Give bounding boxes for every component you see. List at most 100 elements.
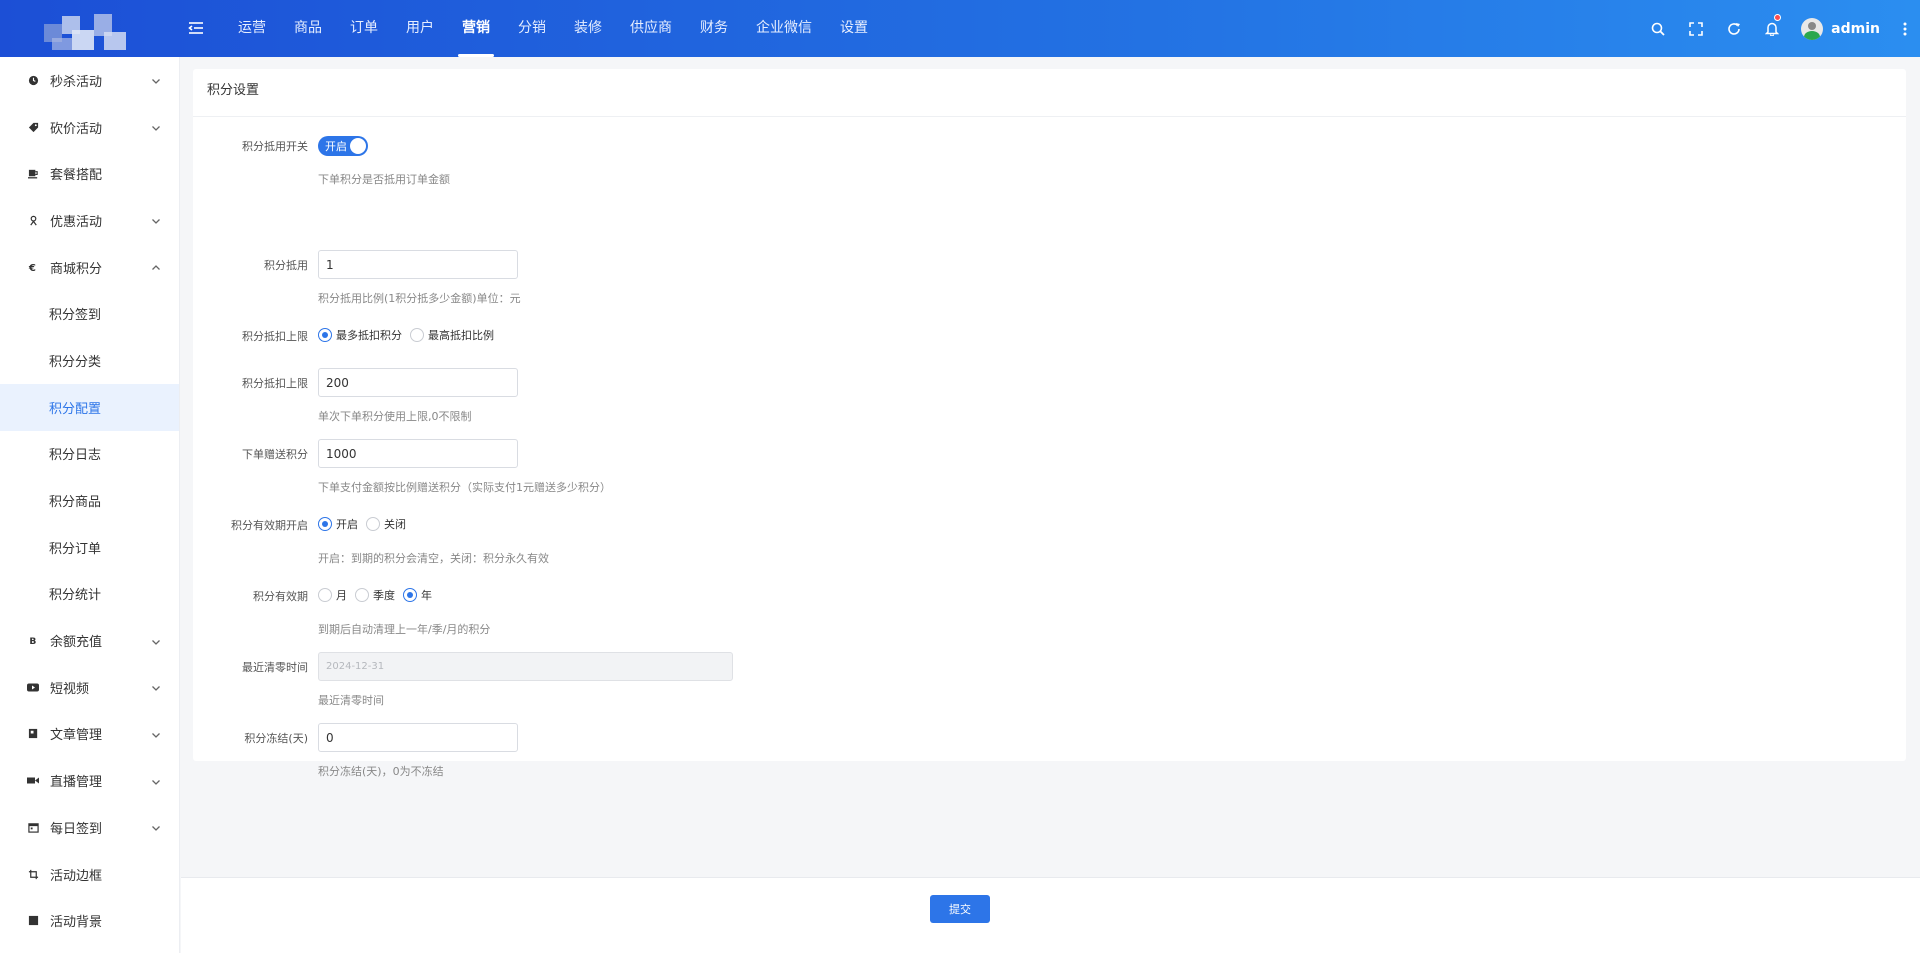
sidebar-item-label: 积分分类 (49, 354, 102, 370)
sidebar-item-3[interactable]: 优惠活动 (0, 197, 179, 244)
menu-fold-icon[interactable] (188, 20, 204, 36)
limit-type-radio-0[interactable]: 最多抵扣积分 (318, 327, 402, 343)
nav-item-6[interactable]: 装修 (560, 0, 616, 57)
expire-on-radio-group: 开启 关闭 (318, 514, 414, 534)
points-deduct-switch[interactable]: 开启 (318, 136, 368, 156)
sidebar-item-label: 每日签到 (50, 821, 103, 837)
limit-type-label: 积分抵扣上限 (242, 330, 308, 343)
expire-period-radio-1[interactable]: 季度 (355, 587, 395, 603)
sidebar-item-1[interactable]: 砍价活动 (0, 104, 179, 151)
expire-period-label: 积分有效期 (253, 590, 308, 603)
panel-title: 积分设置 (193, 69, 1906, 117)
sidebar-item-label: 活动边框 (50, 868, 103, 884)
deduct-input[interactable] (318, 250, 518, 279)
radio-circle (403, 588, 417, 602)
cup-icon (26, 167, 40, 181)
notification-badge (1774, 14, 1782, 21)
expire-period-radio-0[interactable]: 月 (318, 587, 347, 603)
sidebar-item-label: 积分签到 (49, 308, 102, 324)
chevron-up-icon (151, 262, 161, 272)
sidebar-item-17[interactable]: 活动边框 (0, 851, 179, 898)
sidebar-item-7[interactable]: 积分配置 (0, 383, 179, 431)
sidebar-item-label: 余额充值 (50, 635, 103, 651)
gift-label: 下单赠送积分 (242, 448, 308, 461)
sidebar-item-16[interactable]: 每日签到 (0, 804, 179, 851)
fullscreen-icon[interactable] (1677, 0, 1715, 57)
radio-circle (318, 328, 332, 342)
sidebar-item-12[interactable]: B 余额充值 (0, 617, 179, 664)
radio-circle (318, 517, 332, 531)
sidebar-item-14[interactable]: 文章管理 (0, 711, 179, 758)
nav-item-7[interactable]: 供应商 (616, 0, 686, 57)
refresh-icon[interactable] (1715, 0, 1753, 57)
sidebar-item-13[interactable]: 短视频 (0, 664, 179, 711)
bitcoin-icon: B (26, 634, 40, 648)
sidebar-item-label: 积分统计 (49, 588, 102, 604)
limit-type-radio-1[interactable]: 最高抵扣比例 (410, 327, 494, 343)
nav-item-0[interactable]: 运营 (224, 0, 280, 57)
limit-value-label: 积分抵扣上限 (242, 377, 308, 390)
crop-icon (26, 867, 40, 881)
nav-item-3[interactable]: 用户 (392, 0, 448, 57)
sidebar-item-2[interactable]: 套餐搭配 (0, 150, 179, 197)
nav-item-5[interactable]: 分销 (504, 0, 560, 57)
sidebar-item-0[interactable]: 秒杀活动 (0, 57, 179, 104)
sidebar-item-18[interactable]: 活动背景 (0, 897, 179, 944)
chevron-down-icon (151, 682, 161, 692)
sidebar-item-10[interactable]: 积分订单 (0, 524, 179, 571)
radio-label: 最多抵扣积分 (336, 329, 402, 342)
expire-on-label: 积分有效期开启 (231, 519, 308, 532)
radio-label: 开启 (336, 518, 358, 531)
nav-item-1[interactable]: 商品 (280, 0, 336, 57)
sidebar-item-8[interactable]: 积分日志 (0, 431, 179, 478)
switch-help: 下单积分是否抵用订单金额 (318, 173, 450, 186)
nav-item-2[interactable]: 订单 (336, 0, 392, 57)
sidebar-item-15[interactable]: 直播管理 (0, 757, 179, 804)
chevron-down-icon (151, 729, 161, 739)
expire-on-help: 开启：到期的积分会清空，关闭：积分永久有效 (318, 552, 549, 565)
submit-button[interactable]: 提交 (930, 895, 990, 923)
chevron-down-icon (151, 75, 161, 85)
expire-on-radio-1[interactable]: 关闭 (366, 516, 406, 532)
points-settings-panel: 积分设置 积分抵用开关 开启 下单积分是否抵用订单金额 积分抵用 积分抵用比例(… (193, 69, 1906, 778)
sidebar-item-label: 短视频 (50, 681, 90, 697)
header-tools: admin (1639, 0, 1920, 57)
chevron-down-icon (151, 636, 161, 646)
more-vertical-icon[interactable] (1890, 0, 1920, 57)
expire-period-help: 到期后自动清理上一年/季/月的积分 (318, 623, 491, 636)
expire-period-radio-2[interactable]: 年 (403, 587, 432, 603)
notification-bell-icon[interactable] (1753, 0, 1791, 57)
sidebar-item-6[interactable]: 积分分类 (0, 337, 179, 384)
deduct-label: 积分抵用 (264, 259, 308, 272)
chevron-down-icon (151, 215, 161, 225)
sidebar-item-label: 文章管理 (50, 728, 103, 744)
nav-item-10[interactable]: 设置 (826, 0, 882, 57)
freeze-input[interactable] (318, 723, 518, 752)
nav-item-8[interactable]: 财务 (686, 0, 742, 57)
svg-text:€: € (28, 263, 36, 273)
article-icon (26, 727, 40, 741)
search-icon[interactable] (1639, 0, 1677, 57)
radio-circle (355, 588, 369, 602)
gift-input[interactable] (318, 439, 518, 468)
limit-value-input[interactable] (318, 368, 518, 397)
tag-icon (26, 120, 40, 134)
sidebar-item-label: 秒杀活动 (50, 74, 103, 90)
switch-label: 积分抵用开关 (242, 140, 308, 153)
sidebar-item-label: 直播管理 (50, 775, 103, 791)
nav-item-9[interactable]: 企业微信 (742, 0, 826, 57)
clock-icon (26, 73, 40, 87)
footer-bar: 提交 (181, 877, 1920, 953)
gift-icon (26, 213, 40, 227)
top-nav: 运营 商品 订单 用户 营销 分销 装修 供应商 财务 企业微信 设置 (224, 0, 882, 57)
limit-value-help: 单次下单积分使用上限,0不限制 (318, 410, 472, 423)
sidebar-item-4[interactable]: € 商城积分 (0, 244, 179, 291)
expire-on-radio-0[interactable]: 开启 (318, 516, 358, 532)
sidebar-item-11[interactable]: 积分统计 (0, 571, 179, 618)
nav-item-4[interactable]: 营销 (448, 0, 504, 57)
radio-label: 关闭 (384, 518, 406, 531)
camera-icon (26, 774, 40, 788)
sidebar-item-9[interactable]: 积分商品 (0, 477, 179, 524)
sidebar-item-5[interactable]: 积分签到 (0, 290, 179, 337)
user-menu[interactable]: admin (1801, 17, 1880, 40)
